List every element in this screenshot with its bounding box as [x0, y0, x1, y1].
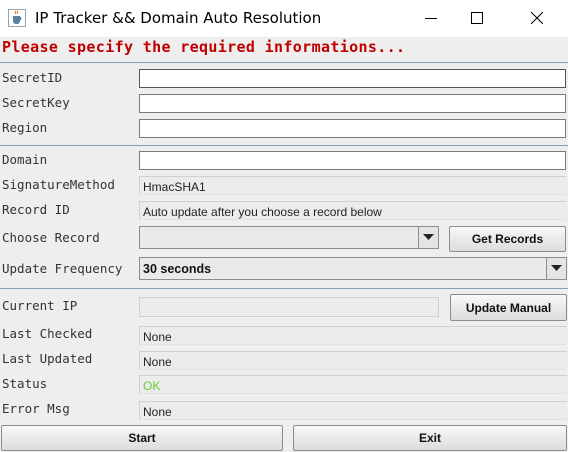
- update-manual-button[interactable]: Update Manual: [450, 294, 567, 321]
- maximize-button[interactable]: [454, 0, 500, 37]
- window-title: IP Tracker && Domain Auto Resolution: [35, 9, 322, 27]
- last-updated-label: Last Updated: [2, 351, 93, 366]
- maximize-icon: [471, 9, 483, 28]
- secret-key-input[interactable]: [139, 94, 566, 113]
- signature-method-label: SignatureMethod: [2, 177, 115, 192]
- update-frequency-label: Update Frequency: [2, 261, 123, 276]
- chevron-down-icon[interactable]: [418, 227, 438, 248]
- last-updated-value: None: [139, 351, 567, 370]
- close-button[interactable]: [514, 0, 560, 37]
- instruction-heading: Please specify the required informations…: [2, 38, 406, 56]
- secret-id-label: SecretID: [2, 70, 63, 85]
- last-checked-value: None: [139, 326, 567, 345]
- choose-record-select[interactable]: [139, 226, 439, 249]
- last-checked-label: Last Checked: [2, 326, 93, 341]
- status-value: OK: [139, 375, 567, 394]
- update-frequency-select[interactable]: 30 seconds: [139, 257, 567, 280]
- start-button[interactable]: Start: [1, 425, 283, 451]
- update-frequency-value: 30 seconds: [143, 262, 212, 276]
- get-records-button[interactable]: Get Records: [449, 226, 566, 252]
- divider: [0, 62, 568, 63]
- minimize-icon: [425, 9, 437, 28]
- title-bar: IP Tracker && Domain Auto Resolution: [0, 0, 568, 37]
- divider: [0, 288, 568, 289]
- exit-button[interactable]: Exit: [293, 425, 567, 451]
- minimize-button[interactable]: [408, 0, 454, 37]
- divider: [0, 145, 568, 146]
- domain-input[interactable]: [139, 151, 566, 170]
- region-input[interactable]: [139, 119, 566, 138]
- secret-id-input[interactable]: [139, 69, 566, 88]
- record-id-label: Record ID: [2, 202, 70, 217]
- chevron-down-icon[interactable]: [546, 258, 566, 279]
- error-msg-label: Error Msg: [2, 401, 70, 416]
- signature-method-value: HmacSHA1: [139, 176, 566, 195]
- current-ip-label: Current IP: [2, 298, 78, 313]
- region-label: Region: [2, 120, 48, 135]
- domain-label: Domain: [2, 152, 48, 167]
- error-msg-value: None: [139, 401, 567, 420]
- secret-key-label: SecretKey: [2, 95, 70, 110]
- current-ip-value: [139, 297, 439, 317]
- choose-record-label: Choose Record: [2, 230, 100, 245]
- close-icon: [530, 9, 544, 28]
- record-id-value: Auto update after you choose a record be…: [139, 201, 566, 220]
- status-label: Status: [2, 376, 48, 391]
- java-cup-icon: [8, 9, 26, 27]
